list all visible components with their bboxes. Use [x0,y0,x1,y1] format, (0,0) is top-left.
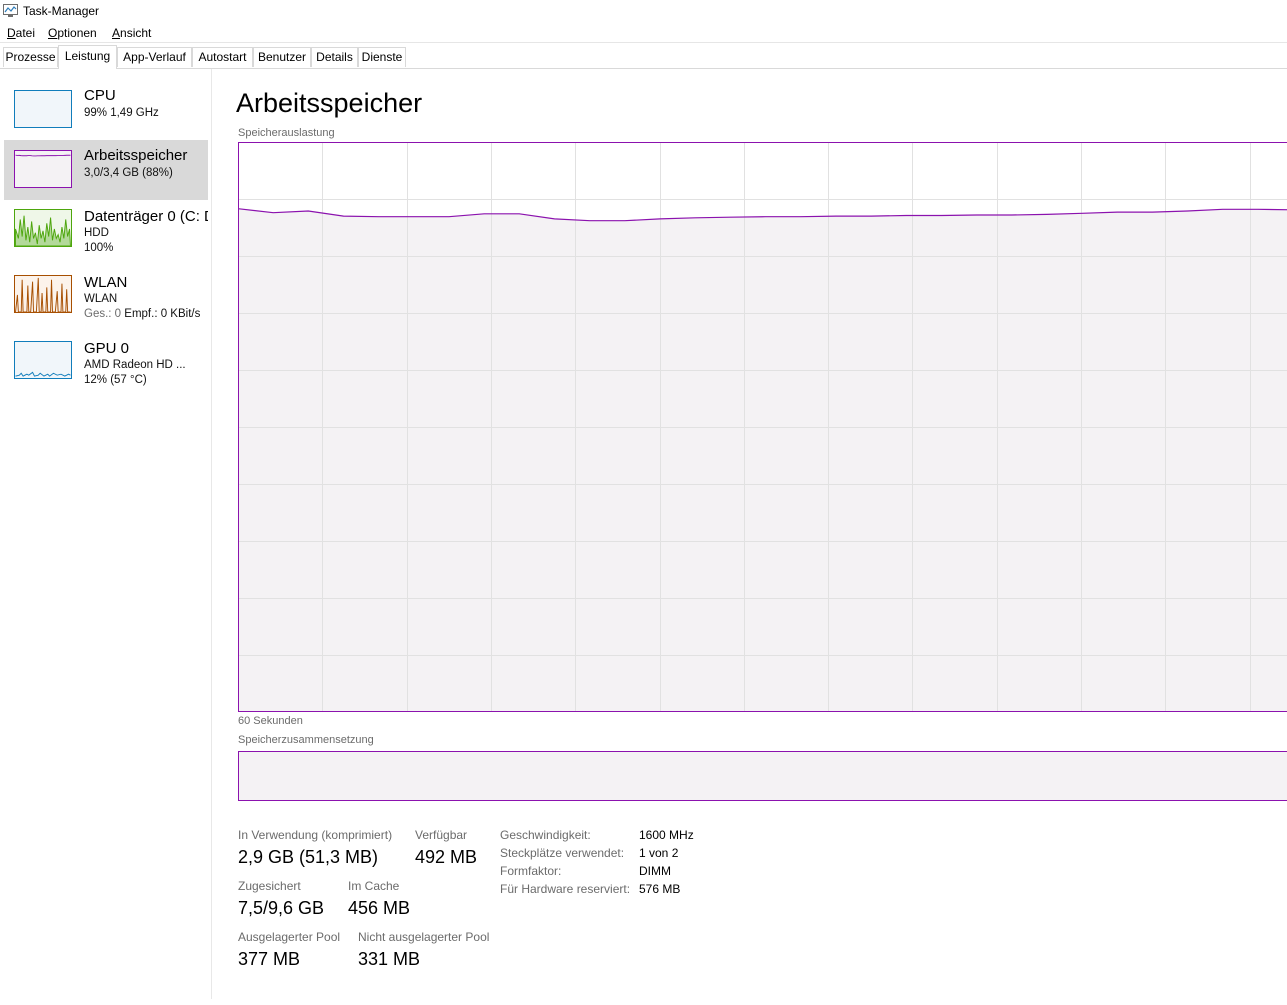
paged-pool-value: 377 MB [238,949,301,969]
in-use-label: In Verwendung (komprimiert) [238,828,393,842]
cached-value: 456 MB [348,898,411,918]
wlan-send-rate: Ges.: 0 [84,308,125,320]
menu-datei[interactable]: Datei [7,26,35,40]
sidebar-item-detail: 3,0/3,4 GB (88%) [84,167,173,179]
menu-bar: Datei Optionen Ansicht [0,24,1287,43]
sidebar-item-cpu[interactable]: CPU 99% 1,49 GHz [4,81,208,141]
sidebar-item-detail: HDD [84,227,109,239]
cpu-thumbnail-graph [14,90,72,128]
memory-usage-area [238,208,1287,712]
tab-leistung[interactable]: Leistung [58,45,117,69]
gpu-thumbnail-graph [14,341,72,379]
hardware-reserved-value: 576 MB [639,882,681,896]
window-title: Task-Manager [23,4,100,18]
form-factor-value: DIMM [639,864,671,878]
tab-prozesse[interactable]: Prozesse [3,47,58,67]
in-use-value: 2,9 GB (51,3 MB) [238,847,379,867]
committed-value: 7,5/9,6 GB [238,898,325,918]
tab-bar: Prozesse Leistung App-Verlauf Autostart … [0,45,1287,69]
gpu-thumbnail-line [15,371,71,377]
menu-datei-label: atei [15,26,36,40]
sidebar-item-title: WLAN [84,274,128,291]
page-title: Arbeitsspeicher [236,88,423,118]
available-label: Verfügbar [415,828,468,842]
sidebar-item-detail: 99% 1,49 GHz [84,107,159,119]
sidebar-item-detail: WLAN [84,293,118,305]
memory-usage-graph [238,142,1287,712]
tab-app-verlauf[interactable]: App-Verlauf [117,47,192,67]
nonpaged-pool-label: Nicht ausgelagerter Pool [358,930,490,944]
sidebar-item-wlan[interactable]: WLAN WLAN Ges.: 0 Empf.: 0 KBit/s [4,267,208,327]
sidebar-item-title: GPU 0 [84,340,130,357]
committed-label: Zugesichert [238,879,301,893]
slots-label: Steckplätze verwendet: [500,846,625,860]
disk-thumbnail-graph [14,209,72,247]
slots-value: 1 von 2 [639,846,679,860]
memory-thumbnail-graph [14,150,72,188]
sidebar-item-detail-2: 12% (57 °C) [84,374,147,386]
menu-optionen-mnemonic: O [48,26,58,40]
available-value: 492 MB [415,847,478,867]
sidebar-item-title: Arbeitsspeicher [84,147,188,164]
tab-details[interactable]: Details [311,47,358,67]
sidebar-item-gpu[interactable]: GPU 0 AMD Radeon HD ... 12% (57 °C) [4,333,208,393]
menu-ansicht-mnemonic: A [112,26,121,40]
composition-label: Speicherzusammensetzung [238,734,374,746]
sidebar-item-detail-2: 100% [84,242,114,254]
disk-thumbnail-area [15,215,71,246]
menu-optionen[interactable]: Optionen [48,26,97,40]
wlan-receive-rate: Empf.: 0 KBit/s [124,308,201,320]
usage-graph-label: Speicherauslastung [238,127,335,139]
sidebar-item-title: Datenträger 0 (C: D [84,208,208,225]
speed-value: 1600 MHz [639,828,694,842]
resource-sidebar: CPU 99% 1,49 GHz Arbeitsspeicher 3,0/3,4… [0,69,212,999]
task-manager-icon [3,4,18,17]
sidebar-item-detail: AMD Radeon HD ... [84,359,186,371]
sidebar-item-memory[interactable]: Arbeitsspeicher 3,0/3,4 GB (88%) [4,140,208,200]
title-bar: Task-Manager [0,0,1287,22]
sidebar-item-disk[interactable]: Datenträger 0 (C: D HDD 100% [4,201,208,261]
cached-label: Im Cache [348,879,400,893]
form-factor-label: Formfaktor: [500,864,562,878]
tab-autostart[interactable]: Autostart [192,47,253,67]
speed-label: Geschwindigkeit: [500,828,591,842]
wlan-thumbnail-line [15,277,71,312]
sidebar-item-detail-2: Ges.: 0 Empf.: 0 KBit/s [84,308,208,320]
menu-datei-mnemonic: D [7,26,16,40]
hardware-reserved-label: Für Hardware reserviert: [500,882,631,896]
paged-pool-label: Ausgelagerter Pool [238,930,341,944]
sidebar-item-title: CPU [84,87,116,104]
memory-thumbnail-line [15,154,71,157]
menu-ansicht-label: nsicht [120,26,152,40]
graph-time-label: 60 Sekunden [238,715,303,727]
tab-dienste[interactable]: Dienste [358,47,406,67]
tab-benutzer[interactable]: Benutzer [253,47,311,67]
wlan-thumbnail-graph [14,275,72,313]
memory-composition-bar [238,751,1287,801]
menu-ansicht[interactable]: Ansicht [112,26,151,40]
nonpaged-pool-value: 331 MB [358,949,421,969]
menu-optionen-label: ptionen [57,26,97,40]
